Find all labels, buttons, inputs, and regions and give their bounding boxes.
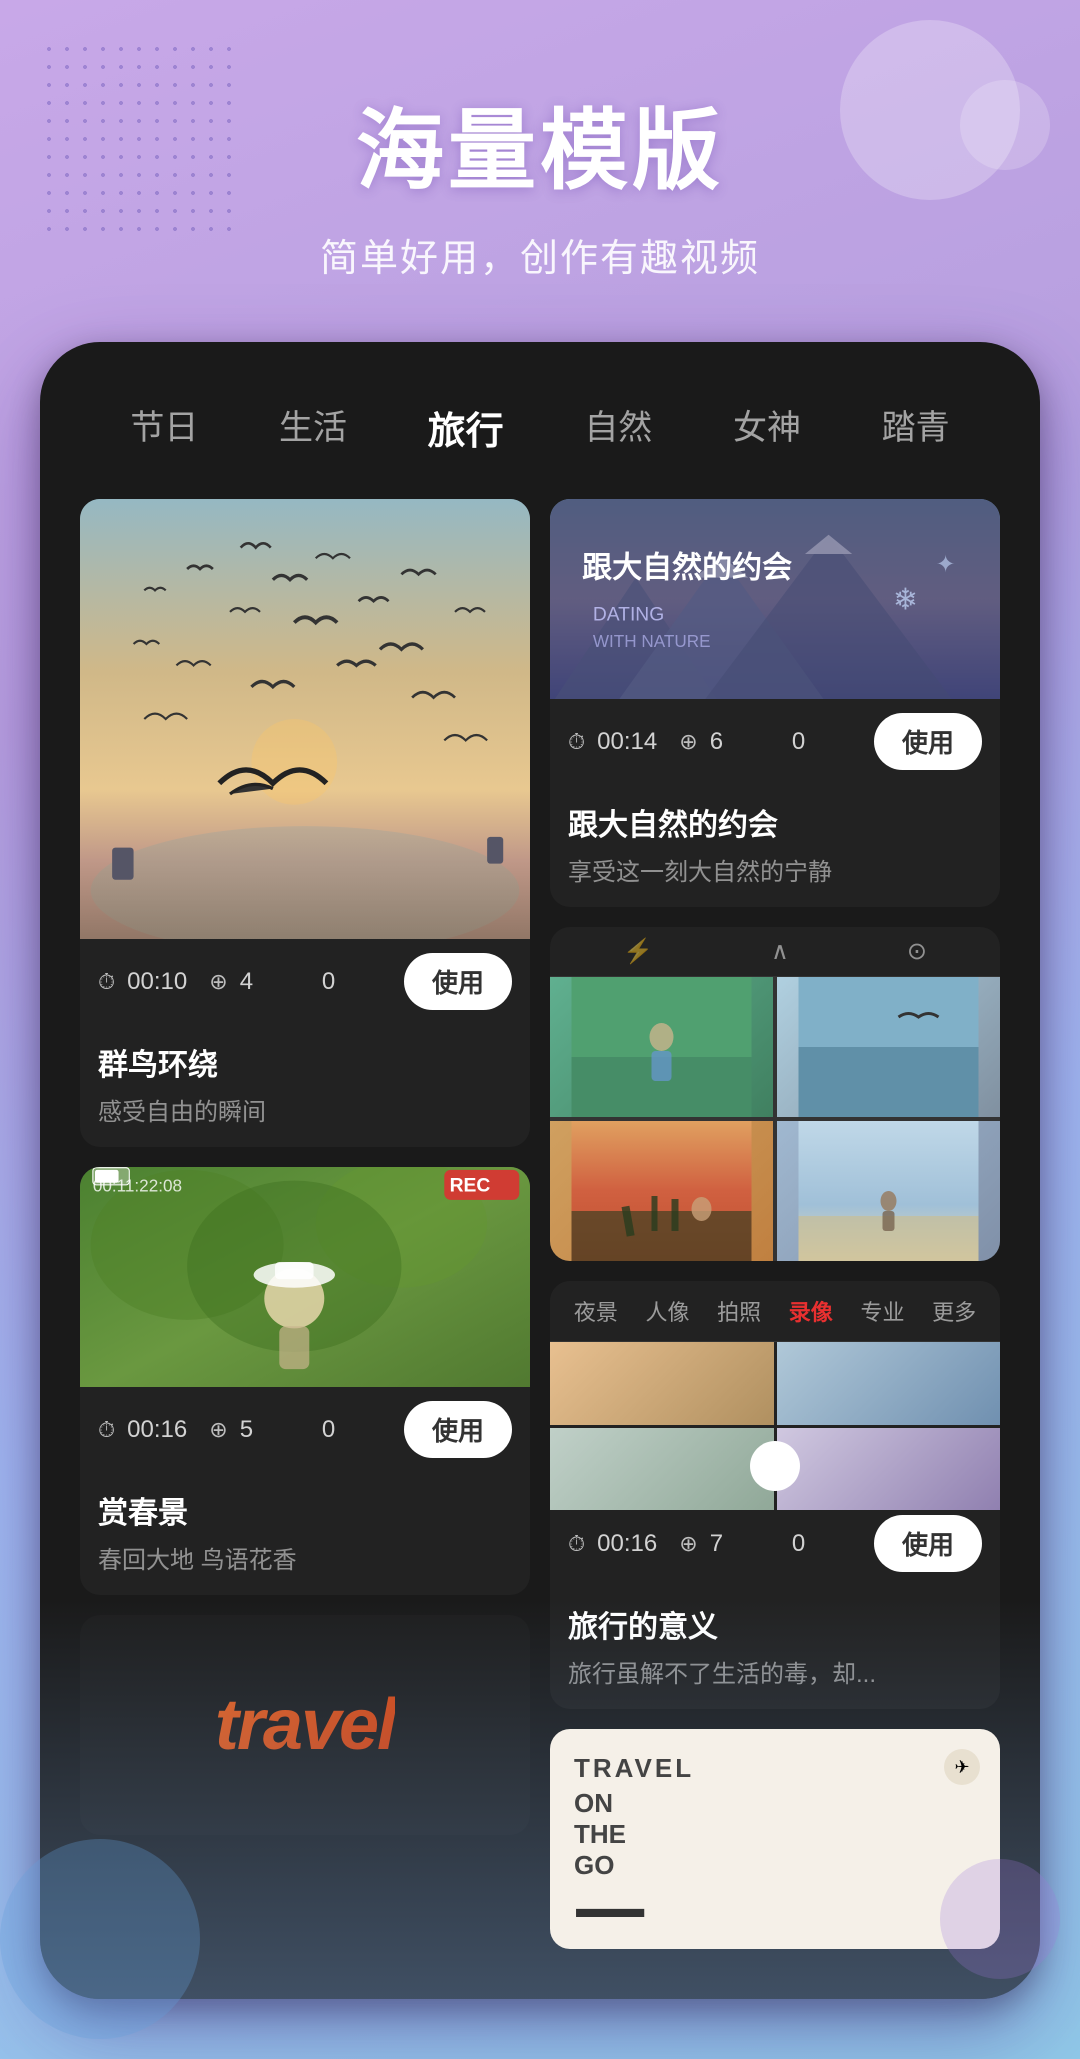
nature-clips: 0 [792, 728, 862, 756]
nature-svg: 跟大自然的约会 DATING WITH NATURE ❄ ✦ [550, 499, 1000, 699]
layer-icon-4 [679, 1531, 697, 1557]
sub-title: 简单好用，创作有趣视频 [60, 227, 1020, 282]
tab-nature[interactable]: 自然 [572, 392, 664, 463]
tab-travel[interactable]: 旅行 [416, 392, 516, 463]
travel-clips: 0 [792, 1530, 862, 1558]
content-grid: 00:10 4 0 使用 群鸟环绕 感受自由的瞬间 [80, 499, 1000, 1949]
mode-photo: 拍照 [717, 1295, 761, 1327]
nature-duration: 00:14 [597, 728, 667, 756]
nature-card-meta: 00:14 6 0 使用 [550, 699, 1000, 784]
mini-photo-4 [777, 1121, 1000, 1261]
travel-meaning-title: 旅行的意义 [568, 1602, 982, 1646]
birds-card: 00:10 4 0 使用 群鸟环绕 感受自由的瞬间 [80, 499, 530, 1147]
travel-meaning-card: 夜景 人像 拍照 录像 专业 更多 [550, 1281, 1000, 1709]
svg-text:DATING: DATING [593, 604, 664, 625]
mode-more: 更多 [932, 1295, 976, 1327]
nature-layers: 6 [710, 728, 780, 756]
layer-icon-3 [679, 729, 697, 755]
mini-photo-3 [550, 1121, 773, 1261]
birds-use-button[interactable]: 使用 [404, 953, 512, 1010]
phone-container: 节日 生活 旅行 自然 女神 踏青 [40, 342, 1040, 1999]
birds-card-meta: 00:10 4 0 使用 [80, 939, 530, 1024]
birds-thumbnail [80, 499, 530, 939]
svg-text:REC: REC [450, 1175, 491, 1196]
right-column: 跟大自然的约会 DATING WITH NATURE ❄ ✦ 00:14 6 0 [550, 499, 1000, 1949]
svg-text:跟大自然的约会: 跟大自然的约会 [582, 551, 792, 585]
mode-video: 录像 [789, 1295, 833, 1327]
nature-meet-card: 跟大自然的约会 DATING WITH NATURE ❄ ✦ 00:14 6 0 [550, 499, 1000, 907]
birds-card-desc: 感受自由的瞬间 [98, 1092, 512, 1127]
clock-icon-3 [568, 729, 585, 755]
nature-card-info: 跟大自然的约会 享受这一刻大自然的宁静 [550, 784, 1000, 907]
birds-card-title: 群鸟环绕 [98, 1040, 512, 1084]
nature-thumbnail: 跟大自然的约会 DATING WITH NATURE ❄ ✦ [550, 499, 1000, 699]
travel-meaning-meta: 00:16 7 0 使用 [550, 1501, 1000, 1586]
deco-circle-right [940, 1859, 1060, 1979]
camera-modes-row: 夜景 人像 拍照 录像 专业 更多 [550, 1281, 1000, 1342]
svg-text:WITH NATURE: WITH NATURE [593, 631, 711, 651]
mini-grid-card: ⚡ ∧ ⊙ [550, 927, 1000, 1261]
birds-layers: 4 [240, 968, 310, 996]
deco-circle-left [0, 1839, 200, 2039]
spring-clips: 0 [322, 1416, 392, 1444]
header-area: 海量模版 简单好用，创作有趣视频 [0, 0, 1080, 342]
travel-meaning-info: 旅行的意义 旅行虽解不了生活的毒，却... [550, 1586, 1000, 1709]
tabs-row: 节日 生活 旅行 自然 女神 踏青 [80, 392, 1000, 463]
layer-icon-2 [209, 1417, 227, 1443]
plane-icon: ✈ [944, 1749, 980, 1785]
tab-holiday[interactable]: 节日 [118, 392, 210, 463]
mode-portrait: 人像 [645, 1295, 689, 1327]
mini-photo-1 [550, 977, 773, 1117]
travel-book-char1: 一 [574, 1881, 976, 1949]
spring-card-meta: 00:16 5 0 使用 [80, 1387, 530, 1472]
nature-use-button[interactable]: 使用 [874, 713, 982, 770]
mini-photo-grid [550, 977, 1000, 1261]
birds-clips: 0 [322, 968, 392, 996]
clock-icon [98, 969, 115, 995]
mode-night: 夜景 [574, 1295, 618, 1327]
spring-card: REC 00:11:22:08 00:16 5 0 使用 [80, 1167, 530, 1595]
main-title: 海量模版 [60, 80, 1020, 207]
tab-life[interactable]: 生活 [267, 392, 359, 463]
spring-thumbnail: REC 00:11:22:08 [80, 1167, 530, 1387]
travel-duration: 00:16 [597, 1530, 667, 1558]
clock-icon-2 [98, 1417, 115, 1443]
travel-book-line2: ON [574, 1788, 976, 1819]
spring-duration: 00:16 [127, 1416, 197, 1444]
spring-card-title: 赏春景 [98, 1488, 512, 1532]
mode-pro: 专业 [860, 1295, 904, 1327]
birds-duration: 00:10 [127, 968, 197, 996]
travel-text: travel [215, 1684, 395, 1766]
left-column: 00:10 4 0 使用 群鸟环绕 感受自由的瞬间 [80, 499, 530, 1949]
travel-use-button[interactable]: 使用 [874, 1515, 982, 1572]
nature-card-desc: 享受这一刻大自然的宁静 [568, 852, 982, 887]
travel-meaning-desc: 旅行虽解不了生活的毒，却... [568, 1654, 982, 1689]
spring-card-info: 赏春景 春回大地 鸟语花香 [80, 1472, 530, 1595]
spring-card-desc: 春回大地 鸟语花香 [98, 1540, 512, 1575]
svg-text:❄: ❄ [893, 584, 918, 617]
tab-outing[interactable]: 踏青 [870, 392, 962, 463]
travel-collage: 夜景 人像 拍照 录像 专业 更多 [550, 1281, 1000, 1501]
layer-icon [209, 969, 227, 995]
spring-use-button[interactable]: 使用 [404, 1401, 512, 1458]
travel-layers: 7 [710, 1530, 780, 1558]
tab-goddess[interactable]: 女神 [721, 392, 813, 463]
travel-book-card: ✈ TRAVEL ON THE GO 一 场 [550, 1729, 1000, 1949]
travel-text-card: travel [80, 1615, 530, 1835]
travel-book-line3: THE [574, 1819, 976, 1850]
clock-icon-4 [568, 1531, 585, 1557]
spring-svg: REC 00:11:22:08 [80, 1167, 530, 1387]
travel-book-line1: TRAVEL [574, 1753, 976, 1784]
birds-card-info: 群鸟环绕 感受自由的瞬间 [80, 1024, 530, 1147]
mini-photo-2 [777, 977, 1000, 1117]
birds-svg [80, 499, 530, 939]
spring-layers: 5 [240, 1416, 310, 1444]
nature-card-title: 跟大自然的约会 [568, 800, 982, 844]
svg-text:✦: ✦ [936, 551, 956, 577]
